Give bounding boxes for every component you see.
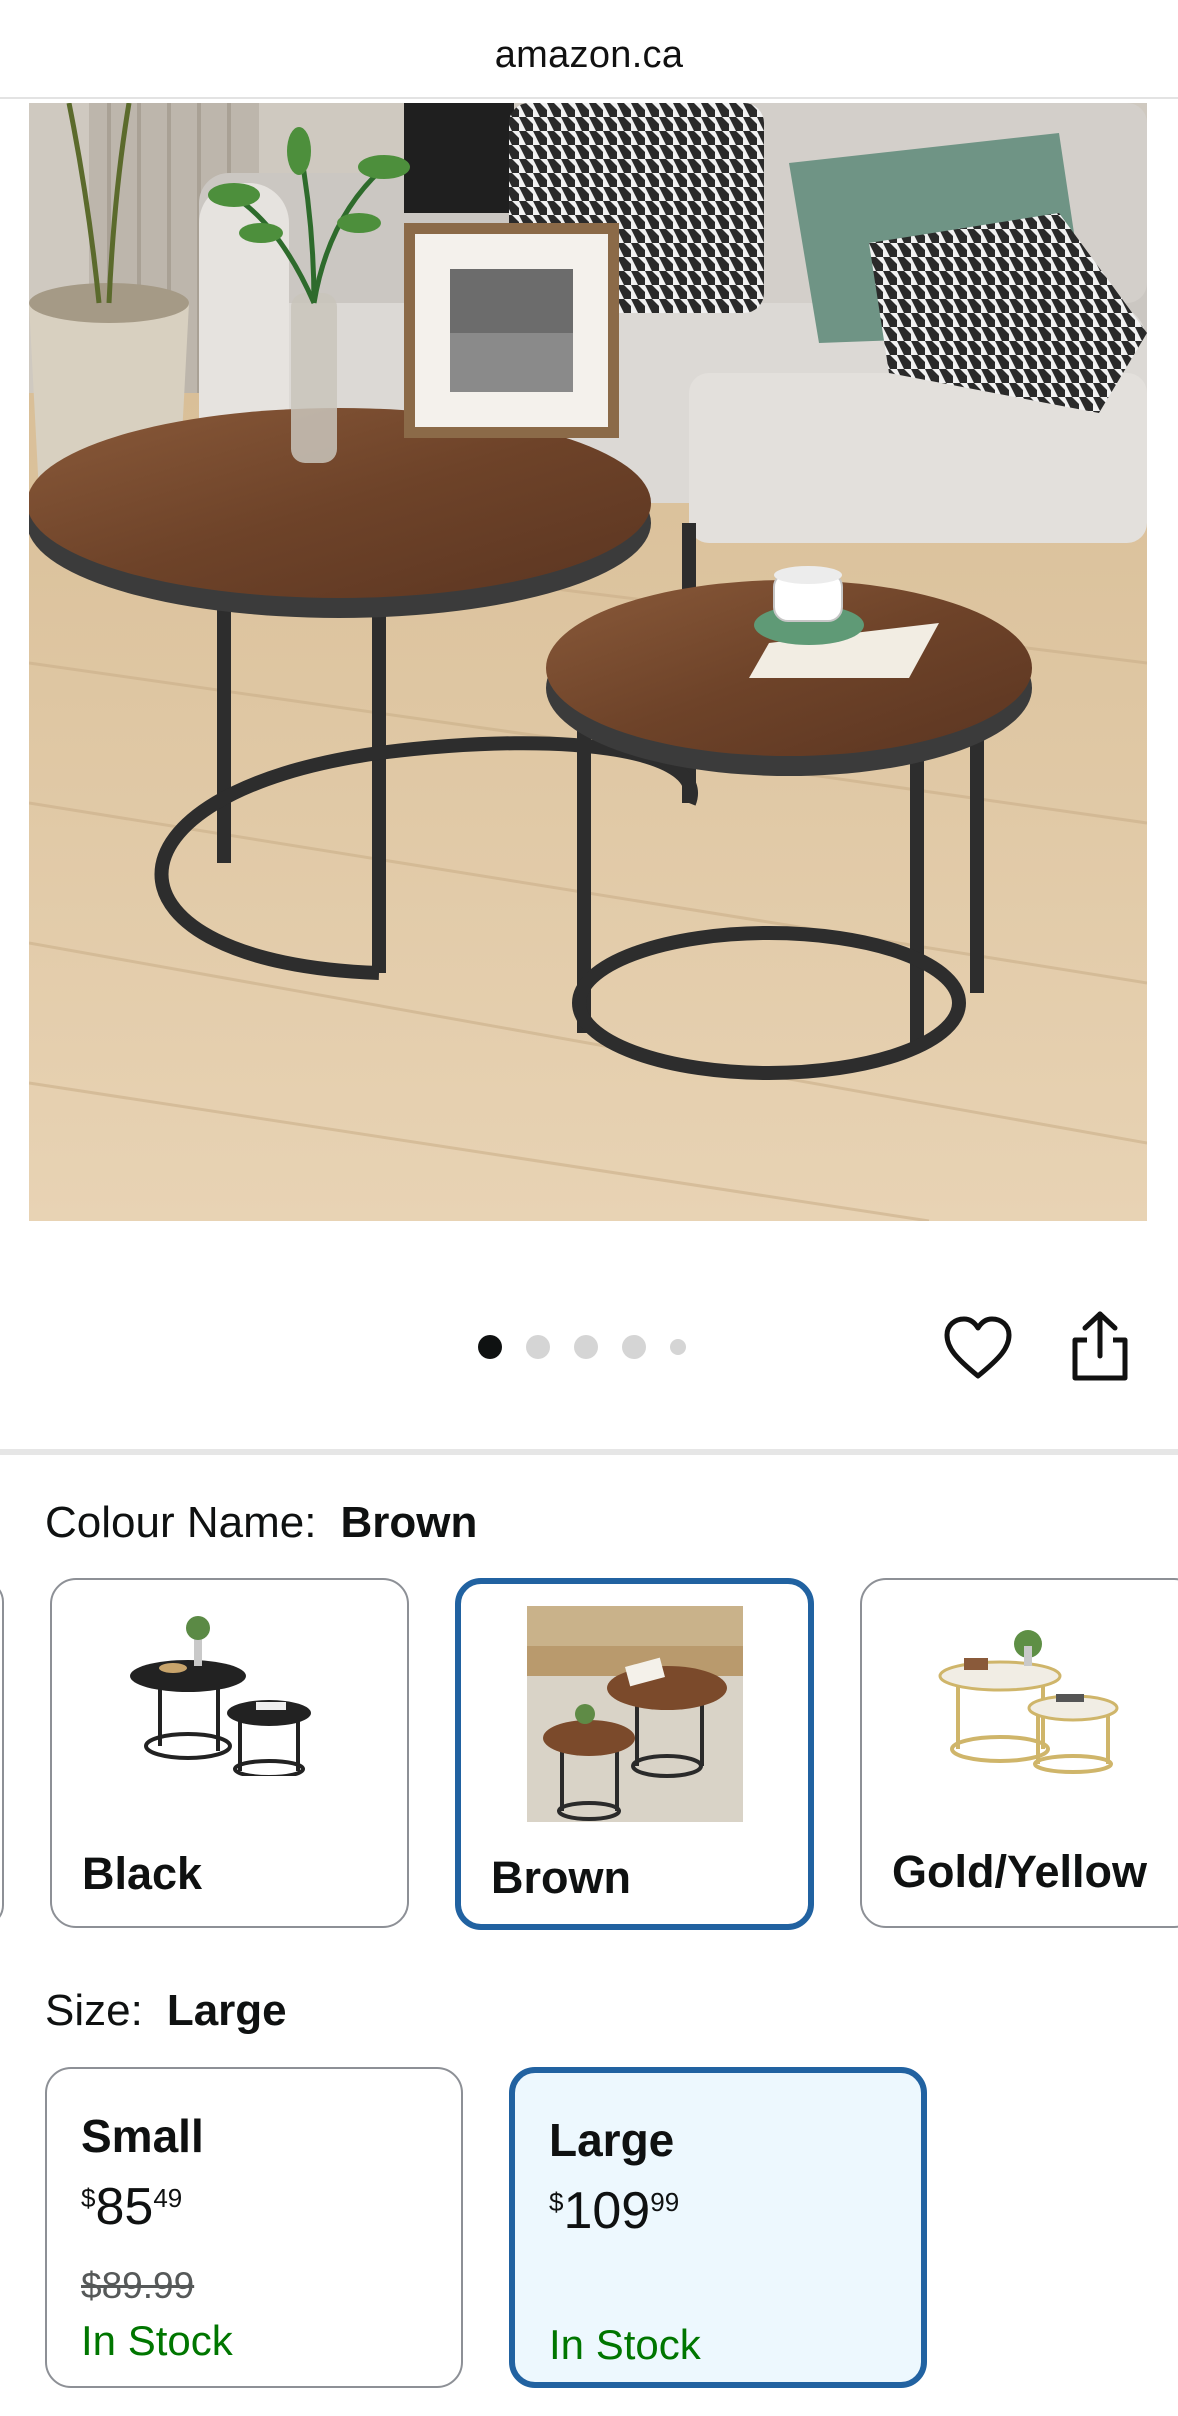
- product-main-image[interactable]: [29, 103, 1147, 1221]
- size-variation-label: Size: Large: [45, 1986, 287, 2036]
- colour-swatch-label: Brown: [491, 1852, 631, 1903]
- brown-table-thumbnail: [527, 1606, 743, 1822]
- carousel-dot[interactable]: [622, 1335, 646, 1359]
- carousel-dot[interactable]: [526, 1335, 550, 1359]
- price-whole: 109: [563, 2182, 651, 2240]
- colour-swatch-brown[interactable]: Brown: [455, 1578, 814, 1930]
- black-table-thumbnail: [130, 1616, 311, 1776]
- colour-swatch-label: Gold/Yellow: [892, 1846, 1148, 1897]
- colour-variation-label: Colour Name: Brown: [45, 1498, 477, 1548]
- carousel-dot[interactable]: [574, 1335, 598, 1359]
- colour-swatch-black[interactable]: Black: [50, 1578, 409, 1928]
- size-selected-value: Large: [166, 1986, 287, 2035]
- price-currency: $: [81, 2183, 96, 2213]
- carousel-dot[interactable]: [670, 1339, 686, 1355]
- stock-status: In Stock: [81, 2317, 233, 2364]
- colour-swatch-partial[interactable]: [0, 1580, 4, 1927]
- colour-label-text: Colour Name:: [45, 1498, 317, 1547]
- browser-url-bar[interactable]: amazon.ca: [0, 0, 1178, 99]
- price-fraction: 49: [153, 2183, 183, 2213]
- price-currency: $: [549, 2187, 564, 2217]
- price-whole: 85: [95, 2178, 154, 2236]
- url-text: amazon.ca: [494, 34, 684, 76]
- image-carousel-dots[interactable]: [478, 1334, 710, 1360]
- gold-table-thumbnail: [938, 1630, 1119, 1774]
- wishlist-heart-icon[interactable]: [944, 1316, 1012, 1382]
- price-fraction: 99: [650, 2187, 680, 2217]
- size-option-price: $10999: [549, 2181, 679, 2241]
- size-option-small[interactable]: Small $8549 $89.99 In Stock: [45, 2067, 463, 2388]
- colour-selected-value: Brown: [340, 1498, 478, 1547]
- size-option-name: Small: [81, 2110, 204, 2162]
- colour-swatch-label: Black: [82, 1848, 203, 1899]
- share-icon[interactable]: [1069, 1310, 1131, 1382]
- list-price-strikethrough: $89.99: [81, 2265, 195, 2306]
- size-option-price: $8549: [81, 2177, 182, 2237]
- carousel-dot[interactable]: [478, 1335, 502, 1359]
- size-option-large[interactable]: Large $10999 In Stock: [509, 2067, 927, 2388]
- section-divider: [0, 1449, 1178, 1455]
- size-option-name: Large: [549, 2114, 675, 2166]
- stock-status: In Stock: [549, 2321, 701, 2368]
- size-label-text: Size:: [45, 1986, 143, 2035]
- colour-swatch-gold-yellow[interactable]: Gold/Yellow: [860, 1578, 1178, 1928]
